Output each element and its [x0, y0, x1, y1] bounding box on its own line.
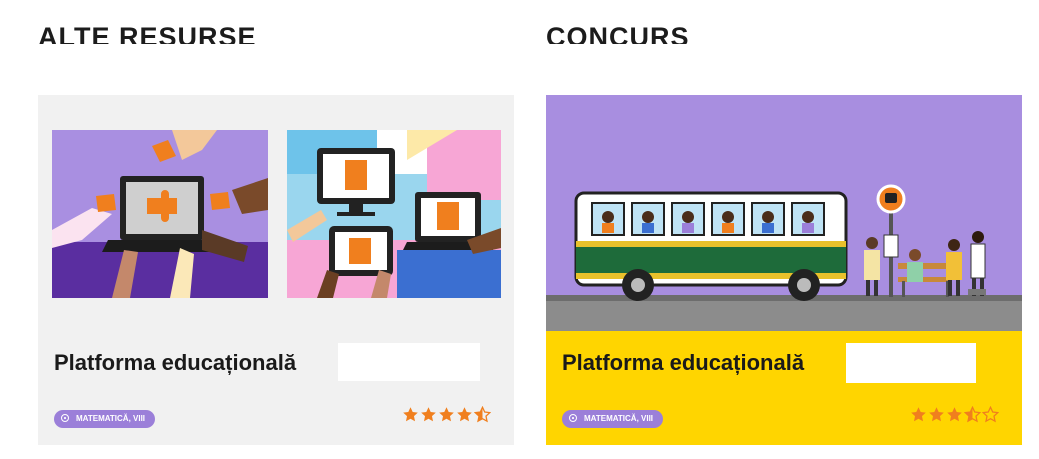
- redacted-title-suffix: [846, 343, 976, 383]
- card-title[interactable]: Platforma educațională: [54, 350, 296, 376]
- section-title-alte-resurse: ALTE RESURSE: [38, 22, 257, 44]
- star-icon: [947, 407, 962, 422]
- laptop-puzzle-image: [52, 130, 268, 298]
- tag-info-icon: [569, 414, 577, 422]
- subject-tag[interactable]: MATEMATICĂ, VIII: [54, 410, 156, 428]
- redacted-title-suffix: [338, 343, 480, 381]
- subject-tag-label: MATEMATICĂ, VIII: [76, 414, 146, 423]
- rating-stars: [910, 406, 999, 423]
- rating-stars: [402, 406, 491, 423]
- star-icon: [457, 407, 472, 422]
- laptop-puzzle-illustration: [52, 130, 268, 298]
- resource-card-right[interactable]: Platforma educațională MATEMATICĂ, VIII: [546, 95, 1022, 445]
- bus-stop-image: [546, 95, 1022, 331]
- subject-tag-label: MATEMATICĂ, VIII: [584, 414, 654, 423]
- resource-card-left[interactable]: Platforma educațională MATEMATICĂ, VIII: [38, 95, 514, 445]
- star-icon: [403, 407, 418, 422]
- card-title[interactable]: Platforma educațională: [562, 350, 804, 376]
- devices-puzzle-image: [287, 130, 501, 298]
- star-icon: [911, 407, 926, 422]
- star-icon: [421, 407, 436, 422]
- top-border: [0, 0, 1039, 10]
- section-title-concurs: CONCURS: [546, 22, 690, 44]
- devices-puzzle-illustration: [287, 130, 501, 298]
- empty-star-icon: [982, 406, 999, 423]
- subject-tag[interactable]: MATEMATICĂ, VIII: [562, 410, 664, 428]
- star-icon: [439, 407, 454, 422]
- half-star-icon: [474, 406, 491, 423]
- tag-info-icon: [61, 414, 69, 422]
- bus-stop-illustration: [546, 95, 1022, 331]
- half-star-icon: [964, 406, 981, 423]
- star-icon: [929, 407, 944, 422]
